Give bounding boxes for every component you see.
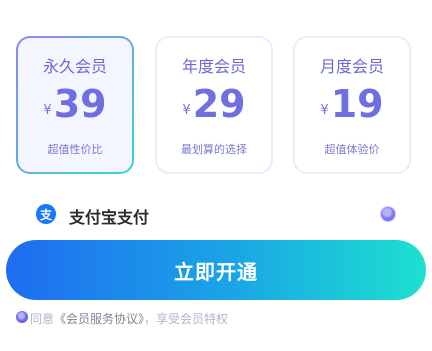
plan-price: ¥ 39 (18, 80, 132, 126)
plan-name: 永久会员 (42, 57, 107, 76)
price-value: 29 (192, 82, 246, 126)
plan-description: 超值体验价 (324, 143, 380, 156)
service-agreement-link[interactable]: 《会员服务协议》 (54, 312, 144, 326)
agreement-checkbox[interactable] (16, 311, 28, 323)
plan-name: 年度会员 (181, 57, 246, 76)
plan-price: ¥ 29 (157, 80, 271, 126)
agreement-text: 同意《会员服务协议》，享受会员特权 (30, 310, 228, 327)
plan-list: 永久会员 ¥ 39 超值性价比 年度会员 ¥ 29 最划算的选择 月度会员 ¥ … (16, 36, 412, 180)
plan-description: 超值性价比 (47, 143, 103, 156)
price-value: 39 (53, 82, 107, 126)
payment-method-alipay[interactable]: 支 支付宝支付 (36, 203, 396, 227)
plan-card-lifetime[interactable]: 永久会员 ¥ 39 超值性价比 (16, 36, 134, 174)
subscribe-button[interactable]: 立即开通 (6, 240, 426, 300)
agreement-prefix: 同意 (30, 312, 55, 326)
plan-card-monthly[interactable]: 月度会员 ¥ 19 超值体验价 (293, 36, 411, 174)
payment-label: 支付宝支付 (69, 208, 150, 227)
price-value: 19 (330, 82, 384, 126)
currency-symbol: ¥ (182, 103, 191, 118)
currency-symbol: ¥ (43, 103, 52, 118)
plan-description: 最划算的选择 (181, 143, 247, 156)
agreement-suffix: ，享受会员特权 (144, 312, 229, 326)
alipay-icon: 支 (36, 204, 56, 224)
plan-card-yearly[interactable]: 年度会员 ¥ 29 最划算的选择 (155, 36, 273, 174)
currency-symbol: ¥ (320, 103, 329, 118)
plan-price: ¥ 19 (295, 80, 409, 126)
payment-radio[interactable] (380, 206, 396, 222)
plan-name: 月度会员 (319, 57, 384, 76)
